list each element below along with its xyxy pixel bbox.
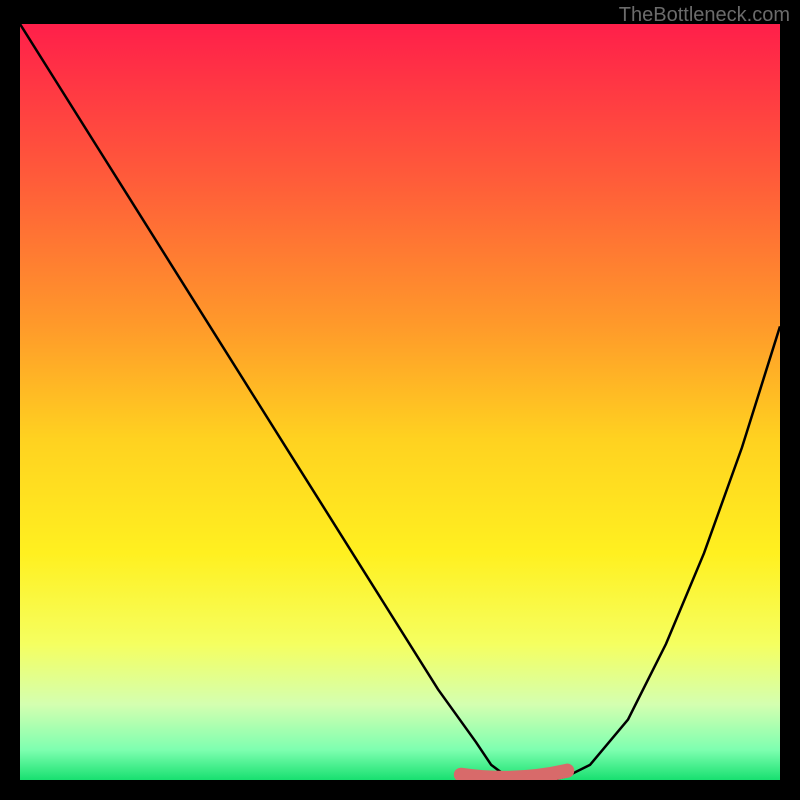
watermark-text: TheBottleneck.com	[619, 4, 790, 27]
optimal-endpoint-dot	[560, 764, 574, 778]
bottleneck-chart	[20, 24, 780, 780]
optimal-range-highlight	[461, 771, 567, 778]
chart-svg	[20, 24, 780, 780]
chart-background	[20, 24, 780, 780]
